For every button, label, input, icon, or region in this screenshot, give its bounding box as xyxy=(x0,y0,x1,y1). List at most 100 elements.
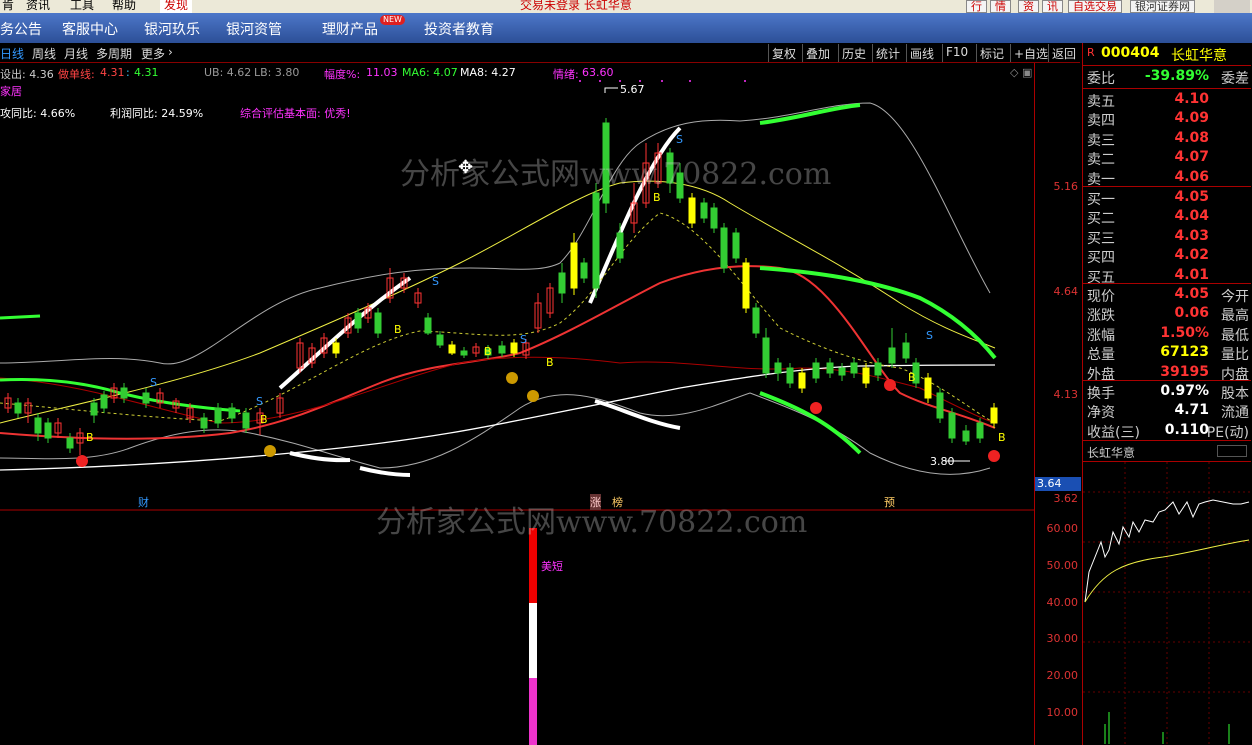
ask-row[interactable]: 卖三 4.08 xyxy=(1083,130,1251,149)
quote-button[interactable]: 行 xyxy=(966,0,987,13)
nav-customer-service[interactable]: 客服中心 xyxy=(62,19,118,39)
mood-dots xyxy=(579,80,746,82)
trend-green-5 xyxy=(759,391,862,455)
broker-label[interactable]: 银河证券网 xyxy=(1130,0,1195,13)
quote-row[interactable]: 涨幅 1.50% 最低 xyxy=(1083,325,1251,344)
quote-row-value: 1.50% xyxy=(1160,324,1209,341)
quote-row[interactable]: 涨跌 0.06 最高 xyxy=(1083,305,1251,324)
draw-line-button[interactable]: 画线 xyxy=(906,44,937,62)
sell-marker: S xyxy=(676,133,683,146)
watermark-bottom: 分析家公式网www.70822.com xyxy=(376,505,808,540)
candle xyxy=(888,347,896,364)
bid-row[interactable]: 买三 4.03 xyxy=(1083,228,1251,247)
quote-row-value: 67123 xyxy=(1160,344,1209,361)
info-button[interactable]: 资 xyxy=(1018,0,1039,13)
candle xyxy=(962,430,970,442)
buy-marker: B xyxy=(260,413,268,426)
bid-row-label: 买二 xyxy=(1087,211,1115,228)
candle xyxy=(710,207,718,229)
ask-row[interactable]: 卖五 4.10 xyxy=(1083,91,1251,110)
bid-row-value: 4.04 xyxy=(1174,208,1209,225)
mark-button[interactable]: 标记 xyxy=(976,44,1007,62)
menu-item[interactable]: 肯 xyxy=(2,0,14,13)
quote-row-value: 0.06 xyxy=(1174,305,1209,322)
add-watchlist-button[interactable]: +自选 xyxy=(1010,44,1051,62)
nav-asset-management[interactable]: 银河资管 xyxy=(226,19,282,39)
candle xyxy=(752,307,760,334)
quote-row-label2: 最高 xyxy=(1221,308,1249,325)
back-button[interactable]: 返回 xyxy=(1048,44,1079,62)
money-bag-icon xyxy=(264,445,276,457)
quote-row[interactable]: 总量 67123 量比 xyxy=(1083,344,1251,363)
stats-button[interactable]: 统计 xyxy=(872,44,903,62)
chart-options-icons[interactable]: ◇ ▣ xyxy=(1010,66,1032,79)
stat-row[interactable]: 换手 0.97% 股本 xyxy=(1083,383,1251,402)
event-yu: 预 xyxy=(884,496,895,509)
menu-item[interactable]: 帮助 xyxy=(112,0,136,13)
stat-row-value: 0.110 xyxy=(1164,421,1209,438)
candle xyxy=(436,334,444,346)
bid-row-label: 买三 xyxy=(1087,230,1115,247)
nav-investor-education[interactable]: 投资者教育 xyxy=(424,19,494,39)
history-button[interactable]: 历史 xyxy=(838,44,869,62)
info-button-2[interactable]: 讯 xyxy=(1042,0,1063,13)
stat-row[interactable]: 收益(三) 0.110 PE(动) xyxy=(1083,422,1251,441)
money-bag-icon xyxy=(506,372,518,384)
quote-button-2[interactable]: 情 xyxy=(990,0,1011,13)
sub-axis-label: 40.00 xyxy=(1046,596,1079,609)
quote-row-value: 4.05 xyxy=(1174,286,1209,302)
candle xyxy=(200,417,208,429)
top-menu: 肯 资讯 工具 帮助 发现 交易未登录 长虹华意 行 情 资 讯 自选交易 银河… xyxy=(0,0,1252,13)
bid-row[interactable]: 买二 4.04 xyxy=(1083,208,1251,227)
candle xyxy=(902,342,910,359)
f10-button[interactable]: F10 xyxy=(942,44,971,62)
rating-text: 综合评估基本面: 优秀! xyxy=(240,107,351,120)
candle xyxy=(850,362,858,374)
kline-chart[interactable]: BBBBBBBBSSSSSS 设出: 4.36 做单线: 4.31 : 4.31… xyxy=(0,63,1034,745)
short-line-label: 做单线: xyxy=(58,68,95,81)
chevron-right-icon[interactable]: › xyxy=(168,45,173,59)
candle xyxy=(14,402,22,414)
candle xyxy=(120,387,128,399)
ask-row[interactable]: 卖二 4.07 xyxy=(1083,149,1251,168)
menu-item[interactable]: 工具 xyxy=(70,0,94,13)
candle xyxy=(558,272,566,294)
nav-wealth-products[interactable]: 理财产品 xyxy=(322,19,378,39)
bid-row-value: 4.03 xyxy=(1174,227,1209,244)
sell-marker: S xyxy=(926,329,933,342)
mini-intraday-chart[interactable] xyxy=(1083,462,1251,744)
tab-monthly[interactable]: 月线 xyxy=(64,45,88,62)
bid-row[interactable]: 买四 4.02 xyxy=(1083,247,1251,266)
menu-item[interactable]: 资讯 xyxy=(26,0,50,13)
watchlist-trade-button[interactable]: 自选交易 xyxy=(1068,0,1122,13)
candle xyxy=(812,362,820,379)
overlay-button[interactable]: 叠加 xyxy=(802,44,833,62)
mini-chart-toggle[interactable] xyxy=(1217,445,1247,457)
stat-row[interactable]: 净资 4.71 流通 xyxy=(1083,402,1251,421)
quote-row-label: 涨幅 xyxy=(1087,327,1115,344)
tab-more[interactable]: 更多 xyxy=(141,45,165,62)
event-marker xyxy=(988,450,1000,462)
nav-announcement[interactable]: 务公告 xyxy=(0,19,42,39)
bid-row[interactable]: 买一 4.05 xyxy=(1083,189,1251,208)
tab-daily[interactable]: 日线 xyxy=(0,45,24,62)
tab-weekly[interactable]: 周线 xyxy=(32,45,56,62)
quote-row[interactable]: 现价 4.05 今开 xyxy=(1083,286,1251,305)
high-arrow xyxy=(604,87,618,93)
window-controls[interactable] xyxy=(1214,0,1250,13)
ask-row[interactable]: 卖四 4.09 xyxy=(1083,110,1251,129)
candle xyxy=(510,342,518,354)
buy-marker: B xyxy=(484,345,492,358)
menu-item-active[interactable]: 发现 xyxy=(160,0,193,13)
ask-row[interactable]: 卖一 4.06 xyxy=(1083,169,1251,188)
stat-row-label: 换手 xyxy=(1087,386,1115,402)
sell-marker: S xyxy=(256,395,263,408)
restore-rights-button[interactable]: 复权 xyxy=(768,44,799,62)
high-label: 5.67 xyxy=(620,83,645,96)
tab-multi-period[interactable]: 多周期 xyxy=(96,45,132,62)
nav-galaxy-fun[interactable]: 银河玖乐 xyxy=(144,19,200,39)
quote-row-label: 总量 xyxy=(1087,347,1115,364)
ma-red xyxy=(0,265,996,440)
trend-white-3 xyxy=(289,399,681,477)
event-marker xyxy=(884,379,896,391)
